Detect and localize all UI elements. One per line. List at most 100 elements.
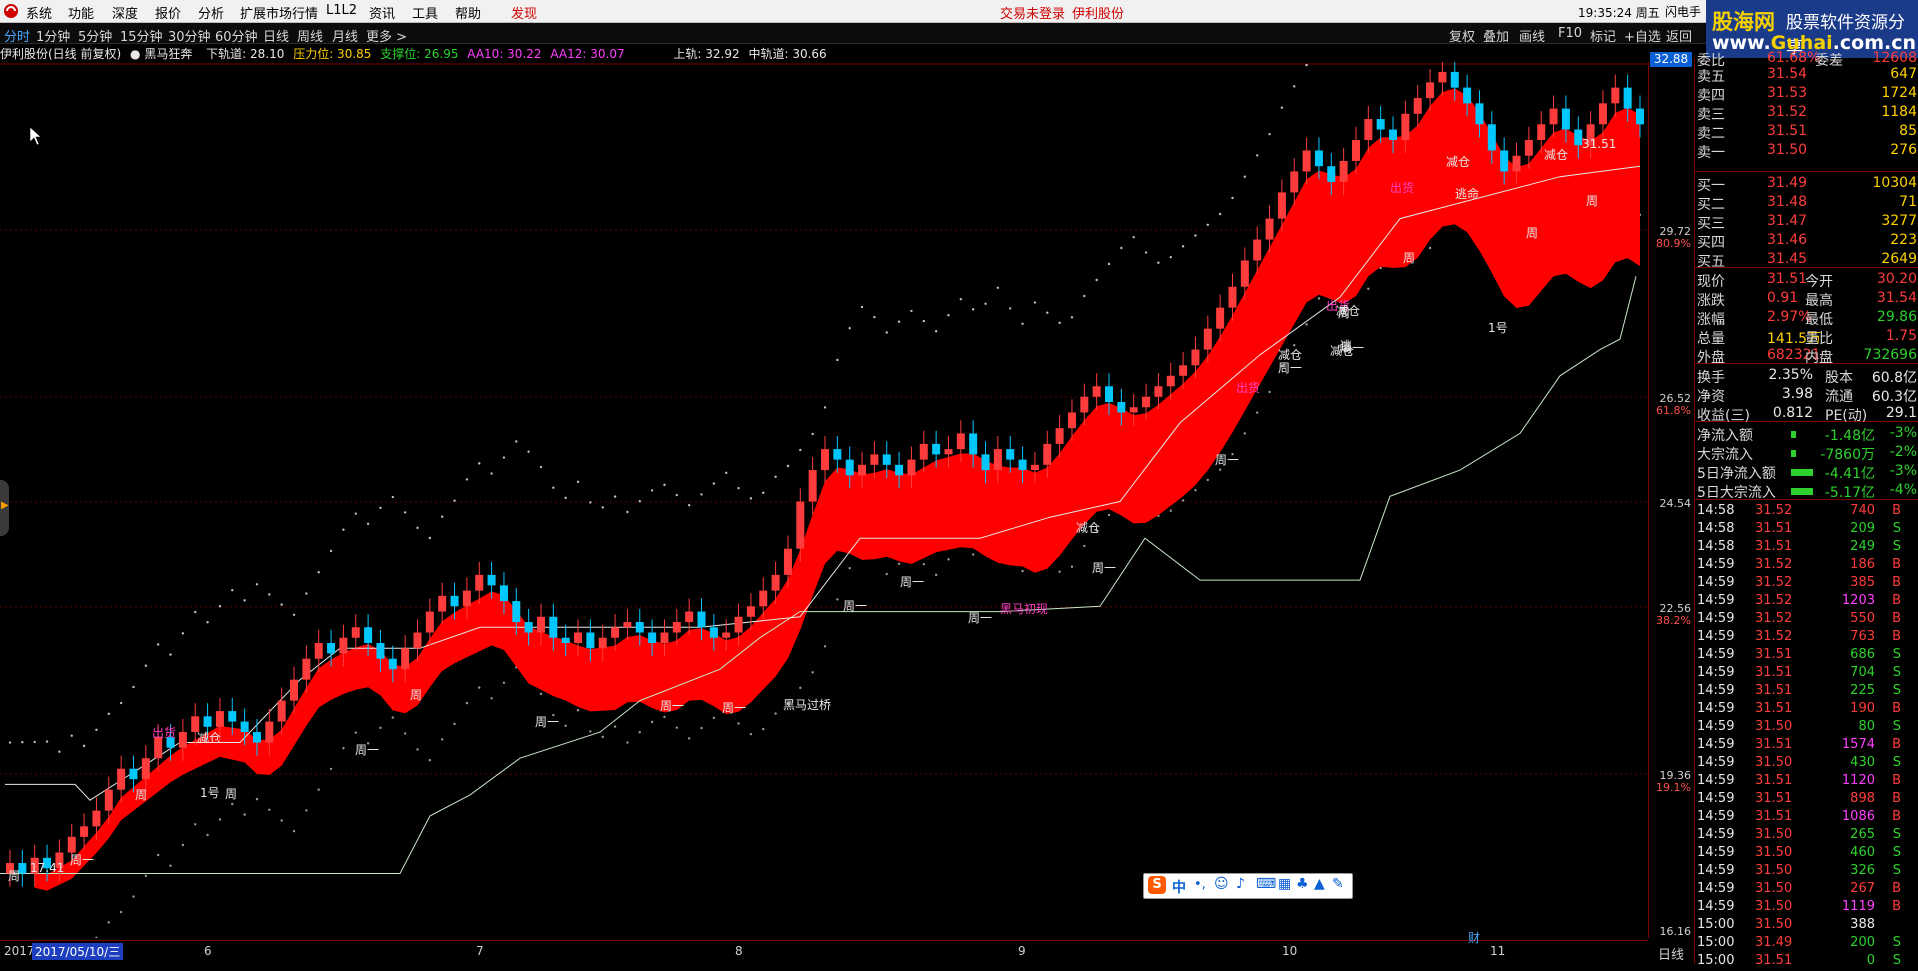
overlay-button[interactable]: 叠加	[1483, 26, 1509, 45]
tick-volume: 209	[1850, 521, 1875, 536]
menu-tools[interactable]: 工具	[412, 3, 438, 22]
flow-value: -7860万	[1820, 447, 1875, 463]
menu-quote[interactable]: 报价	[155, 3, 181, 22]
period-toolbar: 分时 1分钟 5分钟 15分钟 30分钟 60分钟 日线 周线 月线 更多 > …	[0, 23, 1706, 45]
upper-dot	[1169, 255, 1172, 259]
tick-price: 31.52	[1755, 557, 1793, 572]
tick-price: 31.51	[1755, 647, 1793, 662]
formula-name[interactable]: ● 黑马狂奔	[130, 47, 197, 61]
ime-logo-icon: S	[1148, 876, 1166, 894]
ime-skin-icon[interactable]: ▲	[1314, 876, 1325, 892]
side-panel-handle[interactable]: ▶	[0, 480, 9, 536]
lower-dot	[1181, 499, 1185, 502]
lower-dot	[1021, 569, 1024, 573]
upper-dot	[218, 605, 222, 608]
lower-dot	[934, 573, 938, 577]
label-zhouyi-2: 周一	[355, 743, 379, 757]
period-daily[interactable]: 日线	[263, 26, 289, 45]
kline-chart[interactable]: 出货 减仓 1号 周一 周 17.41 周 周 周一 周 周一 周一 周一 黑马…	[0, 62, 1648, 938]
f10-button[interactable]: F10	[1558, 26, 1582, 41]
flash-trade-button[interactable]: 闪电手	[1665, 3, 1701, 20]
lower-dot	[502, 681, 506, 685]
ime-toolbox-icon[interactable]: ▦	[1278, 876, 1291, 892]
label-jiancang-5: 减仓	[1336, 304, 1360, 318]
upper-band-value: 上轨: 32.92	[673, 47, 740, 61]
lower-dot	[687, 737, 691, 740]
adjust-button[interactable]: 复权	[1449, 26, 1475, 45]
mark-button[interactable]: 标记	[1590, 26, 1616, 45]
date-month-9: 9	[1018, 944, 1026, 958]
quote-label-2: 最高	[1805, 293, 1833, 309]
lower-dot	[243, 813, 246, 816]
tick-direction: S	[1892, 755, 1901, 770]
period-5min[interactable]: 5分钟	[78, 26, 112, 45]
finance-marker[interactable]: 财	[1468, 929, 1480, 946]
period-intraday[interactable]: 分时	[4, 26, 30, 45]
menu-extended-market[interactable]: 扩展市场行情	[240, 3, 318, 22]
menu-system[interactable]: 系统	[26, 3, 52, 22]
label-zhouyi-3: 周一	[535, 715, 559, 729]
lower-dot	[1428, 246, 1432, 250]
tick-direction: B	[1892, 503, 1901, 518]
upper-dot	[1120, 246, 1123, 250]
upper-dot	[971, 308, 975, 311]
period-1min[interactable]: 1分钟	[36, 26, 70, 45]
menu-analysis[interactable]: 分析	[198, 3, 224, 22]
ime-punct-icon[interactable]: •,	[1194, 877, 1206, 892]
lower-dot	[1058, 570, 1061, 573]
period-monthly[interactable]: 月线	[332, 26, 358, 45]
ime-emoji-icon[interactable]: ☺	[1214, 876, 1229, 892]
flow-value: -5.17亿	[1824, 485, 1875, 501]
login-status[interactable]: 交易未登录	[1000, 3, 1065, 22]
period-weekly[interactable]: 周线	[297, 26, 323, 45]
add-favorite-button[interactable]: +自选	[1624, 26, 1661, 45]
date-month-11: 11	[1490, 944, 1506, 958]
label-zhouyi-5: 周一	[722, 701, 746, 715]
menu-function[interactable]: 功能	[68, 3, 94, 22]
label-zhouyi-10: 周一	[1215, 453, 1239, 467]
period-60min[interactable]: 60分钟	[215, 26, 258, 45]
flow-percent: -3%	[1889, 425, 1917, 441]
app-logo-icon	[4, 4, 18, 18]
tick-price: 31.52	[1755, 629, 1793, 644]
ime-toolbar[interactable]: S 中 •, ☺ ♪ ⌨ ▦ ♣ ▲ ✎	[1143, 873, 1353, 899]
tick-time: 15:00	[1697, 935, 1735, 950]
upper-dot	[1107, 262, 1111, 266]
menu-discover[interactable]: 发现	[511, 3, 537, 22]
buy-level-label: 买五	[1697, 254, 1725, 270]
quote-panel: 委比 61.68% 委差 12608 卖五 31.54 647 卖四 31.53 1724…	[1694, 50, 1918, 968]
tick-direction: S	[1892, 683, 1901, 698]
ime-keyboard-icon[interactable]: ⌨	[1256, 876, 1276, 892]
menu-news[interactable]: 资讯	[369, 3, 395, 22]
period-more[interactable]: 更多 >	[366, 26, 407, 45]
flow-percent: -2%	[1889, 444, 1917, 460]
back-button[interactable]: 返回	[1666, 26, 1692, 45]
tick-direction: S	[1892, 827, 1901, 842]
upper-dot	[156, 643, 160, 646]
label-zhouyi-6: 周一	[843, 599, 867, 613]
menu-l1l2[interactable]: L1L2	[326, 3, 357, 18]
sell-volume: 1184	[1881, 104, 1917, 120]
menu-help[interactable]: 帮助	[455, 3, 481, 22]
lower-dot	[539, 692, 543, 696]
ime-settings-icon[interactable]: ✎	[1332, 876, 1344, 892]
upper-dot	[1009, 307, 1012, 310]
menu-depth[interactable]: 深度	[112, 3, 138, 22]
quote-value-2: 732696	[1863, 347, 1917, 363]
ime-voice-icon[interactable]: ♪	[1236, 876, 1245, 892]
buy-price: 31.47	[1767, 213, 1808, 229]
tick-row: 14:59 31.50 265 S	[1695, 827, 1918, 845]
period-30min[interactable]: 30分钟	[168, 26, 211, 45]
quote-value-2: 1.75	[1885, 328, 1917, 344]
mouse-cursor-icon	[29, 126, 42, 146]
upper-dot	[959, 297, 963, 301]
period-indicator[interactable]: 日线	[1648, 940, 1694, 964]
tick-direction: S	[1892, 935, 1901, 950]
upper-dot	[132, 685, 135, 689]
ime-mode[interactable]: 中	[1172, 877, 1186, 897]
ime-user-icon[interactable]: ♣	[1296, 876, 1309, 892]
flow-label: 净流入额	[1697, 428, 1753, 444]
period-15min[interactable]: 15分钟	[120, 26, 163, 45]
draw-line-button[interactable]: 画线	[1519, 26, 1545, 45]
quote-label: 现价	[1697, 274, 1725, 290]
